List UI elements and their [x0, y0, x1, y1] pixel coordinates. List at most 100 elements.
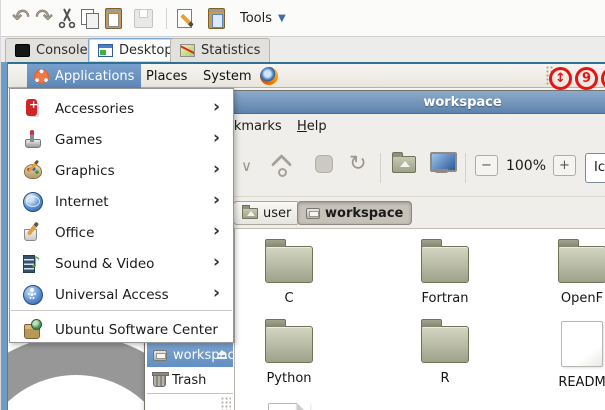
desktop-icon — [98, 44, 113, 57]
app-toolbar: ↶ ↷ Tools ▼ — [1, 0, 605, 37]
folder-icon — [265, 326, 313, 363]
remote-desktop-view: workspace Bookmarks Help ∨ ↻ − 100% + Ic… — [1, 62, 605, 410]
copy-icon[interactable] — [78, 6, 102, 31]
internet-icon — [21, 190, 43, 212]
file-name: Fortran — [422, 291, 469, 306]
file-item-r[interactable]: R — [370, 326, 520, 386]
volume-icon — [306, 208, 320, 219]
file-item-partial[interactable] — [214, 403, 364, 410]
sidebar-trash-label: Trash — [172, 373, 206, 388]
path-button-user[interactable]: user — [233, 201, 300, 225]
tab-bar: Console Desktop Statistics — [1, 37, 605, 62]
save-icon[interactable] — [131, 6, 155, 31]
computer-icon[interactable] — [429, 152, 455, 176]
graphics-icon — [21, 159, 43, 181]
universal-access-icon — [21, 283, 43, 305]
submenu-arrow-icon: › — [213, 97, 220, 117]
volume-icon — [153, 350, 167, 361]
annotation-circle-updown: ↕ — [549, 67, 572, 90]
toolbar-separator — [465, 153, 466, 183]
cut-icon[interactable] — [55, 6, 79, 31]
tab-desktop-label: Desktop — [119, 43, 173, 58]
file-item-c[interactable]: C — [214, 246, 364, 306]
go-up-icon[interactable] — [269, 151, 293, 177]
tools-menu-button[interactable]: Tools ▼ — [234, 5, 292, 32]
menu-item-internet[interactable]: Internet › — [11, 186, 232, 217]
tab-statistics[interactable]: Statistics — [170, 38, 270, 62]
submenu-arrow-icon: › — [213, 190, 220, 210]
sound-video-icon — [21, 252, 43, 274]
zoom-in-button[interactable]: + — [553, 155, 576, 176]
submenu-arrow-icon: › — [213, 128, 220, 148]
file-item-openf[interactable]: OpenF — [507, 246, 605, 306]
menu-item-graphics[interactable]: Graphics › — [11, 155, 232, 186]
path-user-label: user — [263, 206, 291, 221]
dropdown-caret-icon: ▼ — [278, 13, 286, 24]
file-icon — [268, 403, 310, 410]
desktop-edge-strip — [1, 62, 8, 410]
places-menu-label: Places — [146, 69, 187, 84]
folder-icon — [265, 246, 313, 283]
paste-page-icon[interactable] — [204, 6, 228, 31]
toolbar-separator — [380, 153, 381, 183]
file-item-readm[interactable]: READM — [507, 321, 605, 390]
edit-page-icon[interactable] — [174, 6, 198, 31]
submenu-arrow-icon: › — [213, 221, 220, 241]
firefox-icon[interactable] — [260, 67, 278, 85]
zoom-level: 100% — [501, 158, 551, 174]
panel-menu-applications[interactable]: Applications — [27, 64, 141, 88]
panel-menu-system[interactable]: System — [196, 64, 258, 88]
menu-item-games[interactable]: Games › — [11, 124, 232, 155]
menu-item-sound-video[interactable]: Sound & Video › — [11, 248, 232, 279]
reload-icon[interactable]: ↻ — [349, 151, 367, 175]
file-item-fortran[interactable]: Fortran — [370, 246, 520, 306]
menu-item-universal-access[interactable]: Universal Access › — [11, 279, 232, 310]
folder-icon — [421, 326, 469, 363]
tab-console-label: Console — [36, 43, 88, 58]
submenu-arrow-icon: › — [213, 252, 220, 272]
back-icon: ↶ — [9, 6, 33, 29]
paste-icon[interactable] — [101, 6, 125, 31]
tab-console[interactable]: Console — [5, 38, 98, 62]
file-item-python[interactable]: Python — [214, 326, 364, 386]
annotation-9-glyph: 9 — [582, 71, 591, 86]
trash-icon — [153, 374, 166, 387]
forward-dropdown-caret-icon[interactable]: ∨ — [241, 157, 252, 175]
path-workspace-label: workspace — [325, 206, 403, 221]
annotation-updown-glyph: ↕ — [555, 71, 566, 86]
menu-item-office[interactable]: Office › — [11, 217, 232, 248]
file-name: READM — [558, 375, 605, 390]
panel-menu-places[interactable]: Places — [139, 64, 194, 88]
view-mode-dropdown[interactable]: Icon View — [585, 153, 605, 183]
file-icon — [561, 321, 603, 367]
applications-menu: Accessories › Games › Graphics › Interne… — [9, 88, 234, 343]
submenu-arrow-icon: › — [213, 159, 220, 179]
tab-statistics-label: Statistics — [201, 43, 260, 58]
home-icon[interactable] — [392, 156, 416, 173]
software-center-icon — [21, 318, 43, 340]
screenshot-root: ↶ ↷ Tools ▼ Console Desktop Statistics — [0, 0, 605, 410]
applications-menu-label: Applications — [55, 69, 134, 84]
back-button[interactable]: ↶ — [9, 6, 33, 31]
ubuntu-logo-icon — [34, 69, 49, 84]
statistics-icon — [180, 44, 195, 57]
menu-item-accessories[interactable]: Accessories › — [11, 93, 232, 124]
path-button-workspace[interactable]: workspace — [297, 201, 412, 225]
annotation-circle-9: 9 — [575, 67, 598, 90]
menu-help[interactable]: Help — [297, 119, 327, 134]
forward-button[interactable]: ↷ — [32, 6, 56, 31]
tab-desktop[interactable]: Desktop — [88, 38, 183, 62]
menu-item-ubuntu-software-center[interactable]: Ubuntu Software Center — [11, 314, 232, 345]
folder-icon — [558, 246, 605, 283]
file-name: Python — [266, 371, 311, 386]
zoom-out-button[interactable]: − — [475, 155, 498, 176]
sidebar-separator — [147, 393, 233, 394]
games-icon — [21, 128, 43, 150]
stop-icon[interactable] — [315, 155, 333, 173]
file-name: OpenF — [561, 291, 603, 306]
tools-menu-label: Tools — [240, 11, 272, 26]
home-folder-icon — [242, 208, 258, 219]
console-icon — [15, 44, 30, 57]
toolbar-separator — [166, 8, 167, 29]
accessories-icon — [21, 97, 43, 119]
